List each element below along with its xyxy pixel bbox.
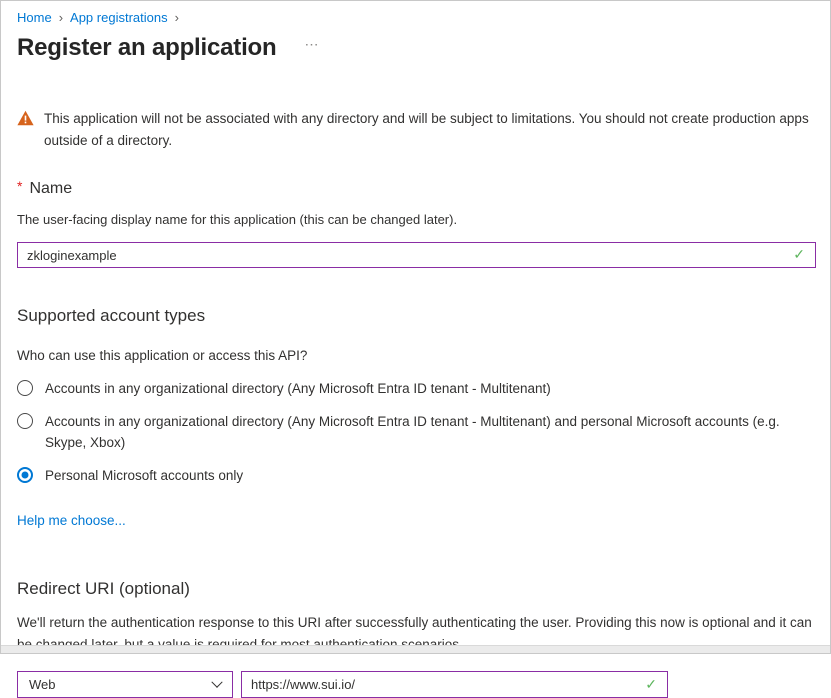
platform-select-value: Web [29,677,56,692]
breadcrumb-separator-icon: › [59,10,63,25]
name-input[interactable] [18,243,784,267]
page-title: Register an application [17,34,276,62]
breadcrumb: Home › App registrations › [17,1,814,25]
supported-account-types-heading: Supported account types [17,306,814,326]
radio-icon[interactable] [17,467,33,483]
help-link-container: Help me choose... [17,513,814,528]
redirect-uri-heading: Redirect URI (optional) [17,579,814,599]
warning-banner: This application will not be associated … [17,108,809,151]
radio-option-label: Personal Microsoft accounts only [45,466,243,486]
warning-text: This application will not be associated … [44,108,809,151]
name-field-description: The user-facing display name for this ap… [17,212,814,227]
help-me-choose-link[interactable]: Help me choose... [17,513,126,528]
chevron-down-icon [211,676,222,687]
valid-check-icon: ✓ [793,246,805,263]
page-bottom-edge [1,645,830,653]
radio-option-label: Accounts in any organizational directory… [45,412,802,453]
breadcrumb-separator-icon: › [175,10,179,25]
radio-option-label: Accounts in any organizational directory… [45,379,551,399]
redirect-uri-input[interactable] [242,672,642,697]
warning-icon [17,110,34,151]
title-row: Register an application ⋯ [17,34,814,62]
redirect-uri-controls: Web ✓ [17,671,814,698]
breadcrumb-app-registrations-link[interactable]: App registrations [70,10,168,25]
required-asterisk: * [17,178,22,194]
name-label-text: Name [29,180,72,197]
radio-option-personal-only[interactable]: Personal Microsoft accounts only [17,466,802,486]
breadcrumb-home-link[interactable]: Home [17,10,52,25]
radio-icon[interactable] [17,413,33,429]
more-options-icon[interactable]: ⋯ [304,36,320,53]
radio-icon[interactable] [17,380,33,396]
name-input-container: ✓ [17,242,816,268]
radio-option-multitenant-personal[interactable]: Accounts in any organizational directory… [17,412,802,453]
name-field-label: * Name [17,180,814,198]
platform-select[interactable]: Web [17,671,233,698]
valid-check-icon: ✓ [645,676,657,693]
radio-option-multitenant[interactable]: Accounts in any organizational directory… [17,379,802,399]
account-types-question: Who can use this application or access t… [17,348,814,363]
account-types-radio-group: Accounts in any organizational directory… [17,379,814,486]
redirect-uri-input-container: ✓ [241,671,668,698]
